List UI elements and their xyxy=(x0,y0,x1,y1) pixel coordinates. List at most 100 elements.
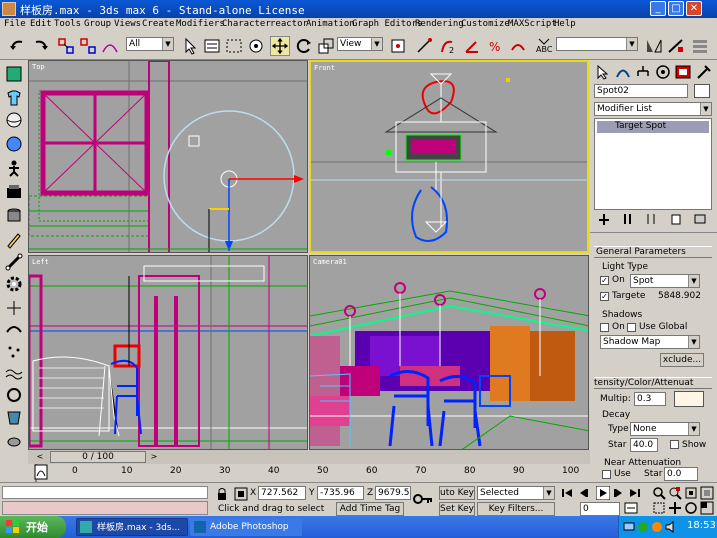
menu-reactor[interactable]: reactor xyxy=(270,19,308,29)
spinner-snap-icon[interactable] xyxy=(508,36,528,56)
time-slider-thumb[interactable]: 0 / 100 xyxy=(50,451,146,463)
arc-rotate-icon[interactable] xyxy=(684,501,698,515)
start-button[interactable]: 开始 xyxy=(0,516,66,538)
select-object-icon[interactable] xyxy=(180,36,200,56)
menu-group[interactable]: Group xyxy=(84,19,111,29)
time-slider-track[interactable]: < 0 / 100 > xyxy=(28,450,590,464)
app-icon[interactable] xyxy=(2,2,16,16)
figure-icon[interactable] xyxy=(4,158,24,178)
y-coord-field[interactable]: -735.96 xyxy=(317,486,364,500)
unlink-icon[interactable] xyxy=(78,36,98,56)
bind-space-warp-icon[interactable] xyxy=(100,36,120,56)
minimize-button[interactable]: _ xyxy=(650,1,666,16)
shirt-icon[interactable] xyxy=(4,88,24,108)
near-use-checkbox[interactable] xyxy=(602,470,611,479)
key-filters-button[interactable]: Key Filters... xyxy=(477,502,555,516)
motion-tab-icon[interactable] xyxy=(654,64,672,80)
undo-icon[interactable] xyxy=(8,36,28,56)
viewport-camera[interactable]: Camera01 xyxy=(309,255,589,450)
menu-graph-editors[interactable]: Graph Editors xyxy=(352,19,422,29)
zoom-extents-all-icon[interactable] xyxy=(700,486,714,500)
select-and-link-icon[interactable] xyxy=(56,36,76,56)
gear-icon[interactable] xyxy=(4,274,24,294)
create-tab-icon[interactable] xyxy=(594,64,612,80)
exclude-button[interactable]: xclude... xyxy=(660,353,704,367)
align-icon[interactable] xyxy=(666,36,686,56)
menu-tools[interactable]: Tools xyxy=(54,19,81,29)
angle-snap-icon[interactable] xyxy=(462,36,482,56)
modify-tab-icon[interactable] xyxy=(614,64,632,80)
configure-modifier-sets-icon[interactable] xyxy=(692,212,708,226)
select-and-rotate-icon[interactable] xyxy=(294,36,314,56)
add-time-tag-button[interactable]: Add Time Tag xyxy=(336,502,404,516)
maximize-button[interactable]: □ xyxy=(668,1,684,16)
light-type-dropdown[interactable]: Spot ▼ xyxy=(630,274,700,288)
time-configuration-icon[interactable] xyxy=(624,501,638,515)
render-icon[interactable] xyxy=(4,408,24,428)
helper-icon[interactable] xyxy=(4,298,24,318)
lock-selection-icon[interactable] xyxy=(215,487,229,501)
next-frame-arrow[interactable]: > xyxy=(148,451,160,463)
use-global-checkbox[interactable] xyxy=(627,323,636,332)
teapot-icon[interactable] xyxy=(4,430,24,450)
decay-show-checkbox[interactable] xyxy=(670,440,679,449)
near-start-field[interactable]: 0.0 xyxy=(664,467,698,481)
task-photoshop[interactable]: Adobe Photoshop xyxy=(190,518,302,536)
select-and-move-icon[interactable] xyxy=(270,36,290,56)
wave-icon[interactable] xyxy=(4,364,24,384)
close-button[interactable]: ✕ xyxy=(686,1,702,16)
next-frame-icon[interactable] xyxy=(612,486,626,500)
spacewarp-icon[interactable] xyxy=(4,320,24,340)
targeted-checkbox[interactable]: ✓ xyxy=(600,292,609,301)
viewport-left[interactable]: Left xyxy=(28,255,308,450)
box-icon[interactable] xyxy=(4,182,24,202)
remove-modifier-icon[interactable] xyxy=(668,212,684,226)
display-tab-icon[interactable] xyxy=(674,64,692,80)
window-crossing-icon[interactable] xyxy=(246,36,266,56)
trackbar[interactable]: 0 10 20 30 40 50 60 70 80 90 100 xyxy=(28,464,590,482)
shadow-type-dropdown[interactable]: Shadow Map ▼ xyxy=(600,335,700,349)
multiplier-field[interactable]: 0.3 xyxy=(634,392,666,406)
lasso-icon[interactable] xyxy=(4,386,24,406)
maximize-viewport-icon[interactable] xyxy=(700,501,714,515)
menu-create[interactable]: Create xyxy=(142,19,175,29)
bone-icon[interactable] xyxy=(4,252,24,272)
network-icon[interactable] xyxy=(623,521,635,533)
decay-start-field[interactable]: 40.0 xyxy=(630,438,658,452)
utilities-tab-icon[interactable] xyxy=(694,64,712,80)
go-to-end-icon[interactable] xyxy=(628,486,642,500)
selection-filter-dropdown[interactable]: All ▼ xyxy=(126,37,174,51)
select-and-manipulate-icon[interactable] xyxy=(414,36,434,56)
viewport-top[interactable]: Top xyxy=(28,60,308,253)
object-name-field[interactable]: Spot02 xyxy=(594,84,688,98)
z-coord-field[interactable]: 9679.5 xyxy=(375,486,411,500)
rectangular-selection-icon[interactable] xyxy=(224,36,244,56)
pencil-icon[interactable] xyxy=(4,230,24,250)
x-coord-field[interactable]: 727.562 xyxy=(258,486,306,500)
modifier-list-dropdown[interactable]: Modifier List ▼ xyxy=(594,102,712,116)
region-zoom-icon[interactable] xyxy=(652,501,666,515)
curve-editor-icon[interactable] xyxy=(34,464,48,480)
menu-rendering[interactable]: Rendering xyxy=(415,19,464,29)
show-end-result-icon[interactable] xyxy=(620,212,636,226)
viewport-front[interactable]: Front xyxy=(309,60,589,253)
current-frame-field[interactable]: 0 xyxy=(580,502,620,516)
layer-manager-icon[interactable] xyxy=(690,36,710,56)
general-parameters-rollout[interactable]: General Parameters xyxy=(594,246,712,258)
menu-edit[interactable]: Edit xyxy=(30,19,52,29)
zoom-extents-icon[interactable] xyxy=(684,486,698,500)
light-on-checkbox[interactable]: ✓ xyxy=(600,276,609,285)
intensity-rollout[interactable]: tensity/Color/Attenuat xyxy=(594,377,712,389)
key-icon[interactable] xyxy=(412,491,434,507)
link-info-icon[interactable] xyxy=(4,64,24,84)
cylinder-icon[interactable] xyxy=(4,206,24,226)
absolute-mode-icon[interactable] xyxy=(234,487,248,501)
decay-type-dropdown[interactable]: None ▼ xyxy=(630,422,700,436)
title-bar[interactable]: 样板房.max - 3ds max 6 - Stand-alone Licens… xyxy=(0,0,717,18)
zoom-icon[interactable] xyxy=(652,486,666,500)
previous-frame-icon[interactable] xyxy=(576,486,590,500)
pan-icon[interactable] xyxy=(668,501,682,515)
mirror-icon[interactable] xyxy=(644,36,664,56)
object-color-swatch[interactable] xyxy=(694,84,710,98)
snap-toggle-icon[interactable]: 2 xyxy=(438,36,458,56)
